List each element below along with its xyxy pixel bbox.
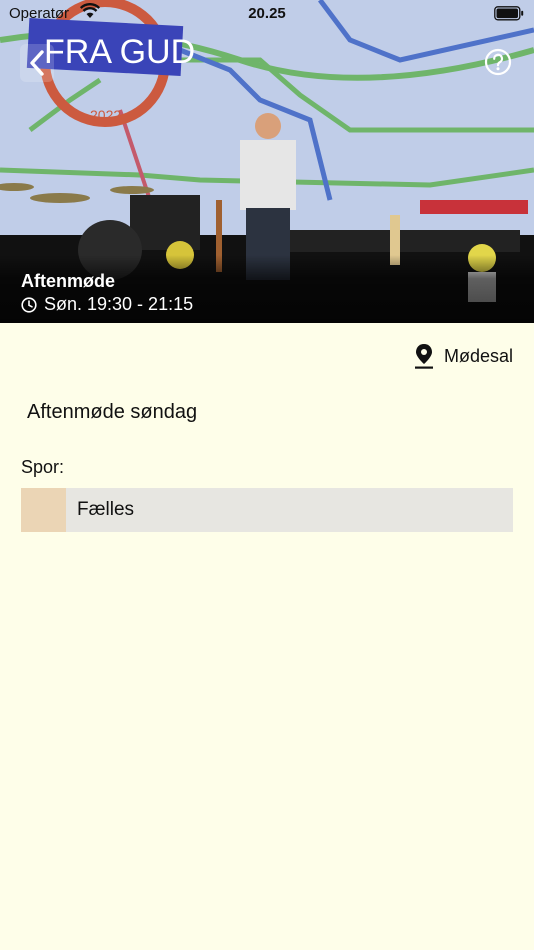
event-description: Aftenmøde søndag xyxy=(27,401,198,423)
location-label: Mødesal xyxy=(443,345,513,366)
track-color-swatch xyxy=(21,488,66,532)
map-pin-icon xyxy=(414,344,433,369)
location-link[interactable]: Mødesal xyxy=(414,343,513,369)
event-time-row: Søn. 19:30 - 21:15 xyxy=(21,294,193,315)
banner-year: 2022 xyxy=(90,107,121,123)
track-name: Fælles xyxy=(77,499,135,520)
chevron-left-icon xyxy=(30,50,44,76)
clock-icon xyxy=(21,296,37,313)
question-circle-icon xyxy=(484,48,512,76)
help-button[interactable] xyxy=(484,48,512,76)
event-time: Søn. 19:30 - 21:15 xyxy=(44,294,194,314)
back-button[interactable] xyxy=(20,44,54,82)
tracks-label: Spor: xyxy=(21,457,65,477)
event-title: Aftenmøde xyxy=(21,271,115,291)
banner-text: FRA GUD xyxy=(44,33,195,71)
track-item[interactable]: Fælles xyxy=(21,488,513,532)
battery-icon xyxy=(494,6,524,25)
status-bar: Operatør 20.25 xyxy=(0,0,534,28)
clock-time: 20.25 xyxy=(248,5,286,22)
event-hero-image: FRA GUD 2022 Operatør 20.25 Aftenmøde Sø… xyxy=(0,0,534,323)
